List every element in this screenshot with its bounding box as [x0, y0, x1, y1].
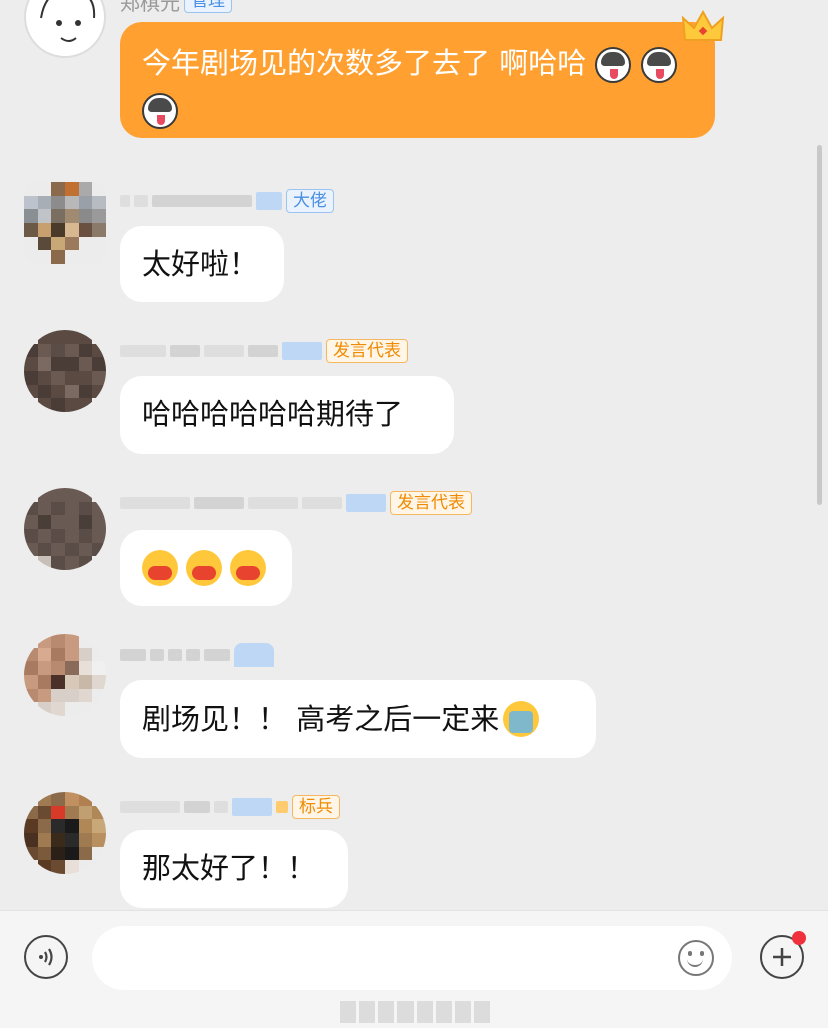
- smile-icon[interactable]: [678, 940, 714, 976]
- blurred-name: [204, 649, 230, 661]
- message-text: 剧场见！！ 高考之后一定来: [142, 702, 500, 736]
- voice-icon[interactable]: [24, 935, 68, 979]
- sender-name: 标兵: [120, 794, 340, 820]
- role-tag: 标兵: [292, 795, 340, 819]
- loudly-crying-emoji: [503, 701, 540, 737]
- role-tag: 大佬: [286, 189, 334, 213]
- plus-glyph-icon: [773, 948, 791, 966]
- pixelated-avatar: [24, 792, 106, 874]
- blurred-name: [302, 497, 342, 509]
- message-text: 哈哈哈哈哈哈期待了: [142, 397, 404, 431]
- hug-face-emoji: [230, 550, 266, 586]
- voice-wave-icon: [39, 948, 53, 966]
- blurred-name: [184, 801, 210, 813]
- avatar[interactable]: [24, 182, 106, 264]
- blurred-name: [248, 345, 278, 357]
- blurred-name: [276, 801, 288, 813]
- sender-name: 发言代表: [120, 338, 408, 364]
- pixelated-avatar: [24, 488, 106, 570]
- chat-area[interactable]: 郑棋元 管理 今年剧场见的次数多了去了 啊哈哈 大佬 太好啦！ 发言代表 哈哈哈…: [0, 0, 828, 910]
- husky-tongue-emoji: [640, 47, 677, 83]
- husky-tongue-emoji: [595, 47, 632, 83]
- blurred-name: [120, 345, 166, 357]
- avatar[interactable]: [24, 634, 106, 716]
- message-input[interactable]: [92, 926, 732, 990]
- blurred-name: [120, 497, 190, 509]
- blurred-name: [232, 798, 272, 816]
- blurred-name: [282, 342, 322, 360]
- sender-name: 郑棋元 管理: [120, 0, 232, 15]
- blurred-name: [248, 497, 298, 509]
- husky-tongue-emoji: [142, 93, 178, 129]
- blurred-name: [186, 649, 200, 661]
- avatar[interactable]: [24, 330, 106, 412]
- avatar[interactable]: [24, 488, 106, 570]
- sender-name: 大佬: [120, 188, 334, 214]
- message-text: 太好啦！: [142, 247, 259, 281]
- blurred-name: [256, 192, 282, 210]
- pixelated-avatar: [24, 182, 106, 264]
- sender-name: [120, 642, 274, 668]
- avatar[interactable]: [24, 0, 106, 58]
- message-text: 今年剧场见的次数多了去了 啊哈哈: [142, 46, 587, 80]
- hug-face-emoji: [142, 550, 178, 586]
- message-bubble[interactable]: 剧场见！！ 高考之后一定来: [120, 680, 596, 758]
- blurred-name: [120, 649, 146, 661]
- hug-face-emoji: [186, 550, 222, 586]
- blurred-name: [214, 801, 228, 813]
- role-tag: 管理: [184, 0, 232, 13]
- avatar[interactable]: [24, 792, 106, 874]
- blurred-name: [170, 345, 200, 357]
- message-bubble[interactable]: 那太好了！！: [120, 830, 348, 908]
- role-tag: 发言代表: [326, 339, 408, 363]
- blurred-name: [204, 345, 244, 357]
- blurred-name: [120, 801, 180, 813]
- scrollbar[interactable]: [817, 145, 822, 505]
- sender-name-text: 郑棋元: [120, 0, 180, 15]
- blurred-name: [234, 643, 274, 667]
- notification-dot: [792, 931, 806, 945]
- blurred-watermark: [340, 1001, 490, 1023]
- blurred-name: [168, 649, 182, 661]
- sender-name: 发言代表: [120, 490, 472, 516]
- blurred-name: [134, 195, 148, 207]
- crown-icon: [681, 10, 725, 41]
- message-bubble[interactable]: 太好啦！: [120, 226, 284, 302]
- input-toolbar: [0, 910, 828, 1028]
- role-tag: 发言代表: [390, 491, 472, 515]
- blurred-name: [346, 494, 386, 512]
- message-bubble[interactable]: [120, 530, 292, 606]
- plus-icon[interactable]: [760, 931, 806, 979]
- sketch-avatar-icon: [40, 0, 96, 42]
- message-bubble[interactable]: 哈哈哈哈哈哈期待了: [120, 376, 454, 454]
- message-bubble-highlight[interactable]: 今年剧场见的次数多了去了 啊哈哈: [120, 22, 715, 138]
- pixelated-avatar: [24, 634, 106, 716]
- blurred-name: [194, 497, 244, 509]
- blurred-name: [152, 195, 252, 207]
- pixelated-avatar: [24, 330, 106, 412]
- blurred-name: [150, 649, 164, 661]
- message-text: 那太好了！！: [142, 851, 317, 885]
- blurred-name: [120, 195, 130, 207]
